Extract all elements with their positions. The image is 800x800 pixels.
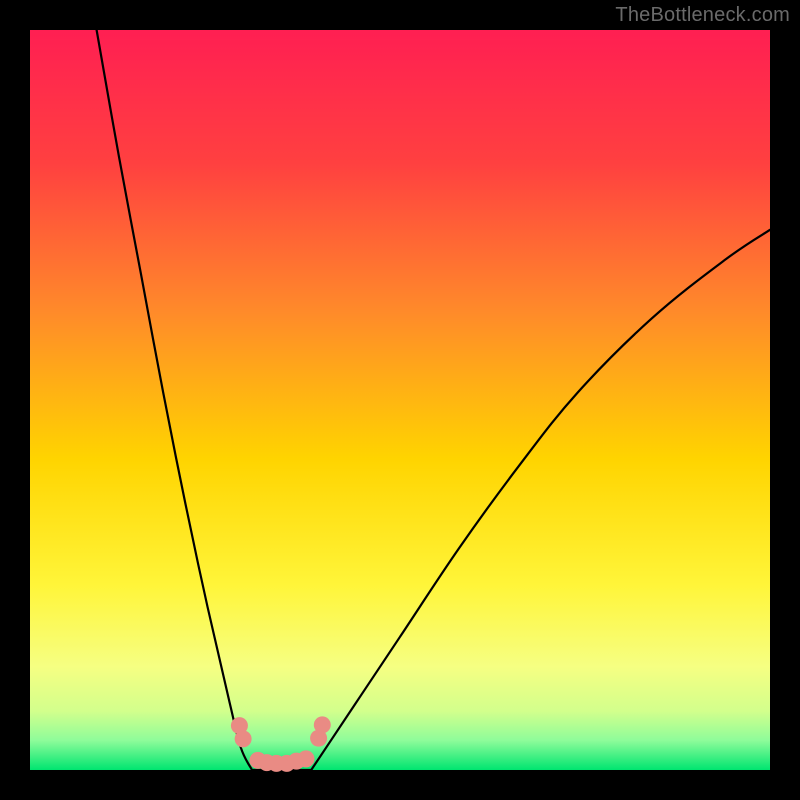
gradient-plot-area bbox=[30, 30, 770, 770]
bottleneck-chart bbox=[0, 0, 800, 800]
chart-frame: TheBottleneck.com bbox=[0, 0, 800, 800]
valley-marker bbox=[298, 750, 315, 767]
valley-marker bbox=[314, 716, 331, 733]
valley-marker bbox=[235, 730, 252, 747]
